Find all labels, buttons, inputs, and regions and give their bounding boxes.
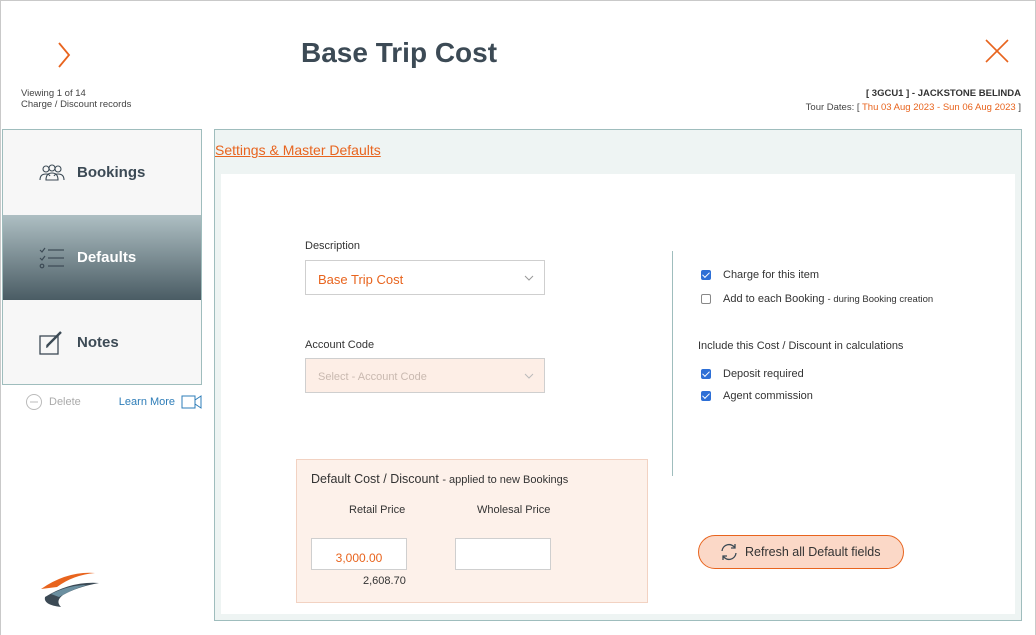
- default-cost-box: Default Cost / Discount - applied to new…: [296, 459, 648, 603]
- cost-title-main: Default Cost / Discount: [311, 472, 439, 486]
- tour-dates-suffix: ]: [1018, 102, 1021, 113]
- tour-date-separator: -: [937, 102, 941, 113]
- tour-dates: Tour Dates: [ Thu 03 Aug 2023 - Sun 06 A…: [806, 101, 1021, 115]
- brand-logo: [41, 572, 99, 607]
- checkbox-unchecked[interactable]: [701, 294, 711, 304]
- charge-checkbox[interactable]: Charge for this item: [701, 269, 819, 281]
- sidebar-item-label: Notes: [77, 334, 119, 351]
- refresh-icon: [721, 543, 737, 561]
- account-code-placeholder: Select - Account Code: [318, 371, 427, 383]
- chevron-right-icon[interactable]: [53, 39, 75, 71]
- retail-price-net: 2,608.70: [363, 575, 406, 587]
- deposit-required-checkbox[interactable]: Deposit required: [701, 368, 804, 380]
- sidebar-item-label: Bookings: [77, 164, 146, 181]
- refresh-defaults-button[interactable]: Refresh all Default fields: [698, 535, 904, 569]
- wholesale-price-input[interactable]: [455, 538, 551, 570]
- checkbox-note: - during Booking creation: [827, 293, 934, 305]
- add-each-booking-checkbox[interactable]: Add to each Booking - during Booking cre…: [701, 293, 933, 305]
- learn-more-link[interactable]: Learn More: [119, 396, 175, 408]
- record-counter-line1: Viewing 1 of 14: [21, 88, 86, 99]
- video-icon[interactable]: [181, 394, 203, 410]
- page-title: Base Trip Cost: [301, 37, 498, 68]
- checklist-icon: [39, 247, 64, 268]
- edit-note-icon: [39, 330, 62, 355]
- cost-title: Default Cost / Discount - applied to new…: [311, 472, 568, 486]
- description-label: Description: [305, 240, 361, 252]
- vertical-divider: [672, 251, 673, 476]
- settings-defaults-link[interactable]: Settings & Master Defaults: [215, 142, 381, 158]
- tour-start-date: Thu 03 Aug 2023: [861, 102, 935, 113]
- calculations-label: Include this Cost / Discount in calculat…: [698, 340, 904, 352]
- account-code-label: Account Code: [305, 339, 375, 351]
- checkbox-checked[interactable]: [701, 270, 711, 280]
- sidebar: Bookings Defaults Notes: [2, 129, 202, 385]
- refresh-button-label: Refresh all Default fields: [745, 545, 881, 559]
- minus-circle-icon[interactable]: [25, 393, 43, 411]
- record-counter-line2: Charge / Discount records: [21, 99, 132, 110]
- account-code-select[interactable]: Select - Account Code: [305, 358, 545, 393]
- checkbox-label: Charge for this item: [723, 269, 819, 281]
- record-counter: Viewing 1 of 14 Charge / Discount record…: [21, 88, 131, 110]
- checkbox-checked[interactable]: [701, 369, 711, 379]
- sidebar-item-notes[interactable]: Notes: [3, 300, 201, 385]
- retail-price-label: Retail Price: [349, 504, 406, 516]
- delete-button[interactable]: Delete: [49, 396, 81, 408]
- dialog: Base Trip Cost Viewing 1 of 14 Charge / …: [0, 0, 1036, 635]
- chevron-down-icon: [524, 275, 534, 281]
- sidebar-actions: Delete Learn More: [25, 393, 203, 411]
- cost-title-note: - applied to new Bookings: [442, 474, 569, 486]
- sidebar-item-defaults[interactable]: Defaults: [3, 215, 201, 300]
- sidebar-item-label: Defaults: [77, 249, 137, 266]
- wholesale-price-label: Wholesal Price: [477, 504, 551, 516]
- trip-code: [ 3GCU1 ] - JACKSTONE BELINDA: [865, 88, 1021, 99]
- defaults-form: Description Base Trip Cost Account Code …: [221, 174, 1015, 614]
- chevron-down-icon: [524, 373, 534, 379]
- sidebar-item-bookings[interactable]: Bookings: [3, 130, 201, 215]
- close-icon[interactable]: [983, 37, 1011, 65]
- checkbox-checked[interactable]: [701, 391, 711, 401]
- description-value: Base Trip Cost: [318, 272, 404, 287]
- checkbox-label: Agent commission: [723, 390, 813, 402]
- agent-commission-checkbox[interactable]: Agent commission: [701, 390, 813, 402]
- people-icon: [39, 163, 65, 181]
- tour-end-date: Sun 06 Aug 2023: [942, 102, 1016, 113]
- trip-info: [ 3GCU1 ] - JACKSTONE BELINDA Tour Dates…: [806, 87, 1021, 115]
- tour-dates-prefix: Tour Dates: [: [805, 102, 860, 113]
- retail-price-input[interactable]: 3,000.00: [311, 538, 407, 570]
- checkbox-label: Deposit required: [723, 368, 804, 380]
- checkbox-label: Add to each Booking: [723, 293, 825, 305]
- description-select[interactable]: Base Trip Cost: [305, 260, 545, 295]
- main-panel: Settings & Master Defaults Description B…: [214, 129, 1022, 621]
